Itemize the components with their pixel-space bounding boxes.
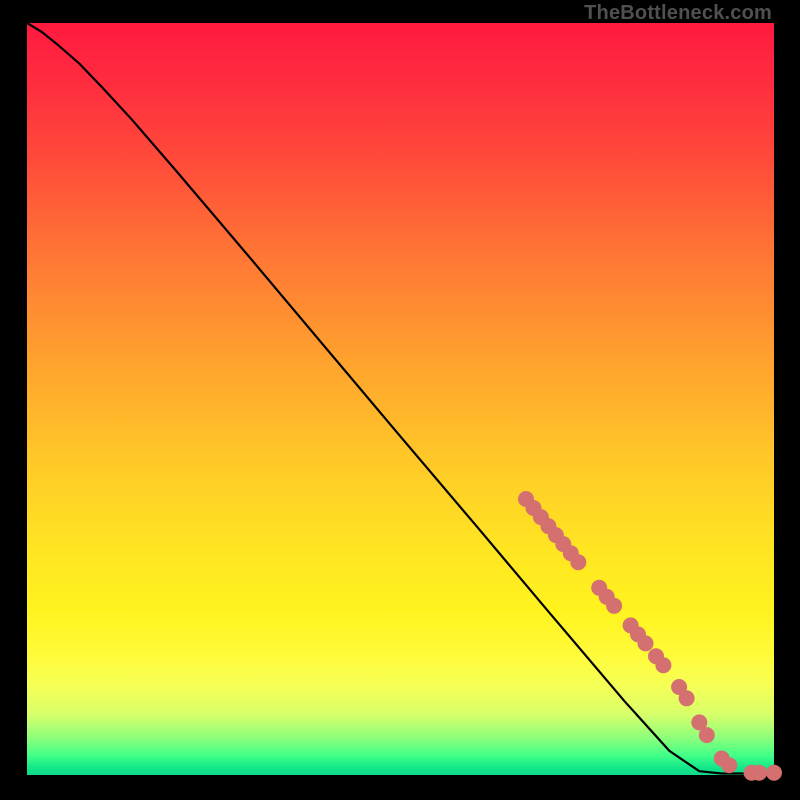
data-marker bbox=[570, 554, 586, 570]
data-marker bbox=[766, 765, 782, 781]
data-marker bbox=[679, 690, 695, 706]
chart-stage: TheBottleneck.com bbox=[0, 0, 800, 800]
data-marker bbox=[721, 757, 737, 773]
watermark-text: TheBottleneck.com bbox=[584, 2, 772, 25]
data-marker bbox=[655, 657, 671, 673]
plot-area bbox=[27, 23, 774, 775]
marker-group bbox=[518, 491, 782, 781]
data-marker bbox=[606, 598, 622, 614]
data-marker bbox=[751, 765, 767, 781]
data-marker bbox=[638, 635, 654, 651]
data-marker bbox=[699, 727, 715, 743]
chart-svg bbox=[27, 23, 774, 775]
